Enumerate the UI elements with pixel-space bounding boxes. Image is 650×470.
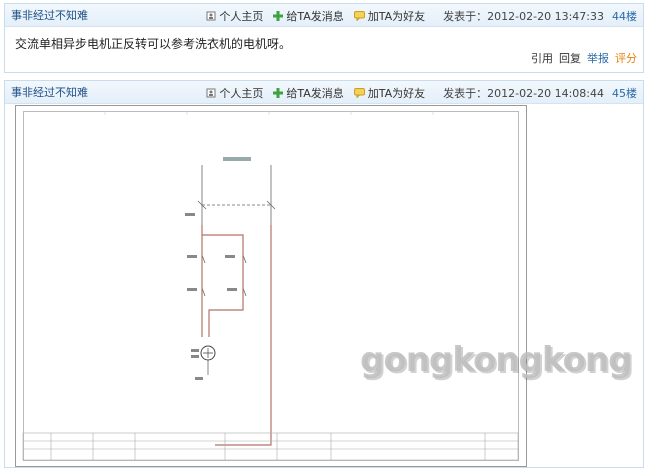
post-actions: 个人主页 给TA发消息 加TA为好友 发表于：2012-02-20 14:08:… [196, 81, 637, 104]
friend-link[interactable]: 加TA为好友 [353, 85, 426, 101]
post-45: 事非经过不知难 个人主页 给TA发消息 加TA为好友 发表于：2012-02-2… [4, 80, 644, 468]
profile-link[interactable]: 个人主页 [206, 85, 263, 101]
post-44: 事非经过不知难 个人主页 给TA发消息 加TA为好友 发表于：2012-02-2… [4, 3, 644, 73]
message-link[interactable]: 给TA发消息 [273, 85, 344, 101]
message-label: 给TA发消息 [286, 86, 344, 100]
post-header: 事非经过不知难 个人主页 给TA发消息 加TA为好友 发表于：2012-02-2… [5, 4, 643, 27]
friend-label: 加TA为好友 [367, 9, 426, 23]
floor-number[interactable]: 45楼 [612, 85, 637, 101]
profile-link[interactable]: 个人主页 [206, 8, 263, 24]
plus-icon [273, 87, 284, 98]
friend-link[interactable]: 加TA为好友 [353, 8, 426, 24]
speech-bubble-icon [353, 87, 365, 98]
friend-label: 加TA为好友 [367, 86, 426, 100]
post-footer: 引用 回复 举报 评分 [531, 50, 637, 66]
post-timestamp: 发表于：2012-02-20 13:47:33 [443, 9, 604, 23]
circuit-diagram-image[interactable] [15, 105, 527, 467]
author-name[interactable]: 事非经过不知难 [11, 7, 88, 23]
post-actions: 个人主页 给TA发消息 加TA为好友 发表于：2012-02-20 13:47:… [196, 4, 637, 27]
watermark-logo: gongkongkong [360, 340, 632, 380]
reply-link[interactable]: 回复 [559, 50, 581, 66]
profile-label: 个人主页 [219, 86, 264, 100]
message-link[interactable]: 给TA发消息 [273, 8, 344, 24]
profile-label: 个人主页 [219, 9, 264, 23]
speech-bubble-icon [353, 10, 365, 21]
quote-link[interactable]: 引用 [531, 50, 553, 66]
author-name[interactable]: 事非经过不知难 [11, 84, 88, 100]
rate-link[interactable]: 评分 [615, 50, 637, 66]
post-timestamp: 发表于：2012-02-20 14:08:44 [443, 86, 604, 100]
report-link[interactable]: 举报 [587, 50, 609, 66]
floor-number[interactable]: 44楼 [612, 8, 637, 24]
user-icon [206, 88, 216, 97]
message-label: 给TA发消息 [286, 9, 344, 23]
post-header: 事非经过不知难 个人主页 给TA发消息 加TA为好友 发表于：2012-02-2… [5, 81, 643, 104]
user-icon [206, 11, 216, 20]
plus-icon [273, 10, 284, 21]
